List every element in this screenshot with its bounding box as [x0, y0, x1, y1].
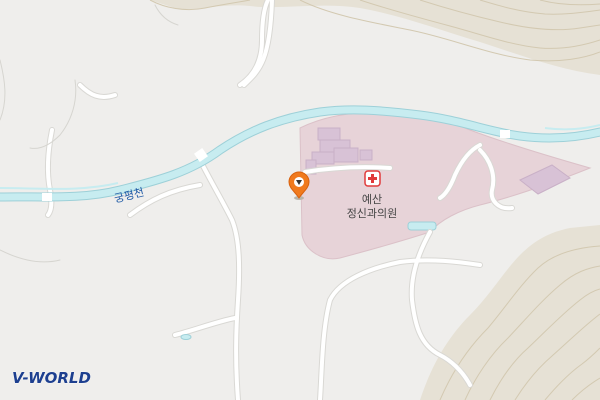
small-pond — [180, 334, 192, 340]
vworld-logo: V-WORLD — [12, 369, 92, 388]
hospital-cross-icon[interactable] — [364, 170, 381, 187]
hospital-name-line2: 정신과의원 — [347, 207, 398, 220]
map-view[interactable]: 궁평천 예산 정신과의원 V-WORLD — [0, 0, 600, 400]
hospital-name-line1: 예산 — [362, 193, 382, 206]
vworld-logo-text: V-WORLD — [12, 369, 91, 387]
